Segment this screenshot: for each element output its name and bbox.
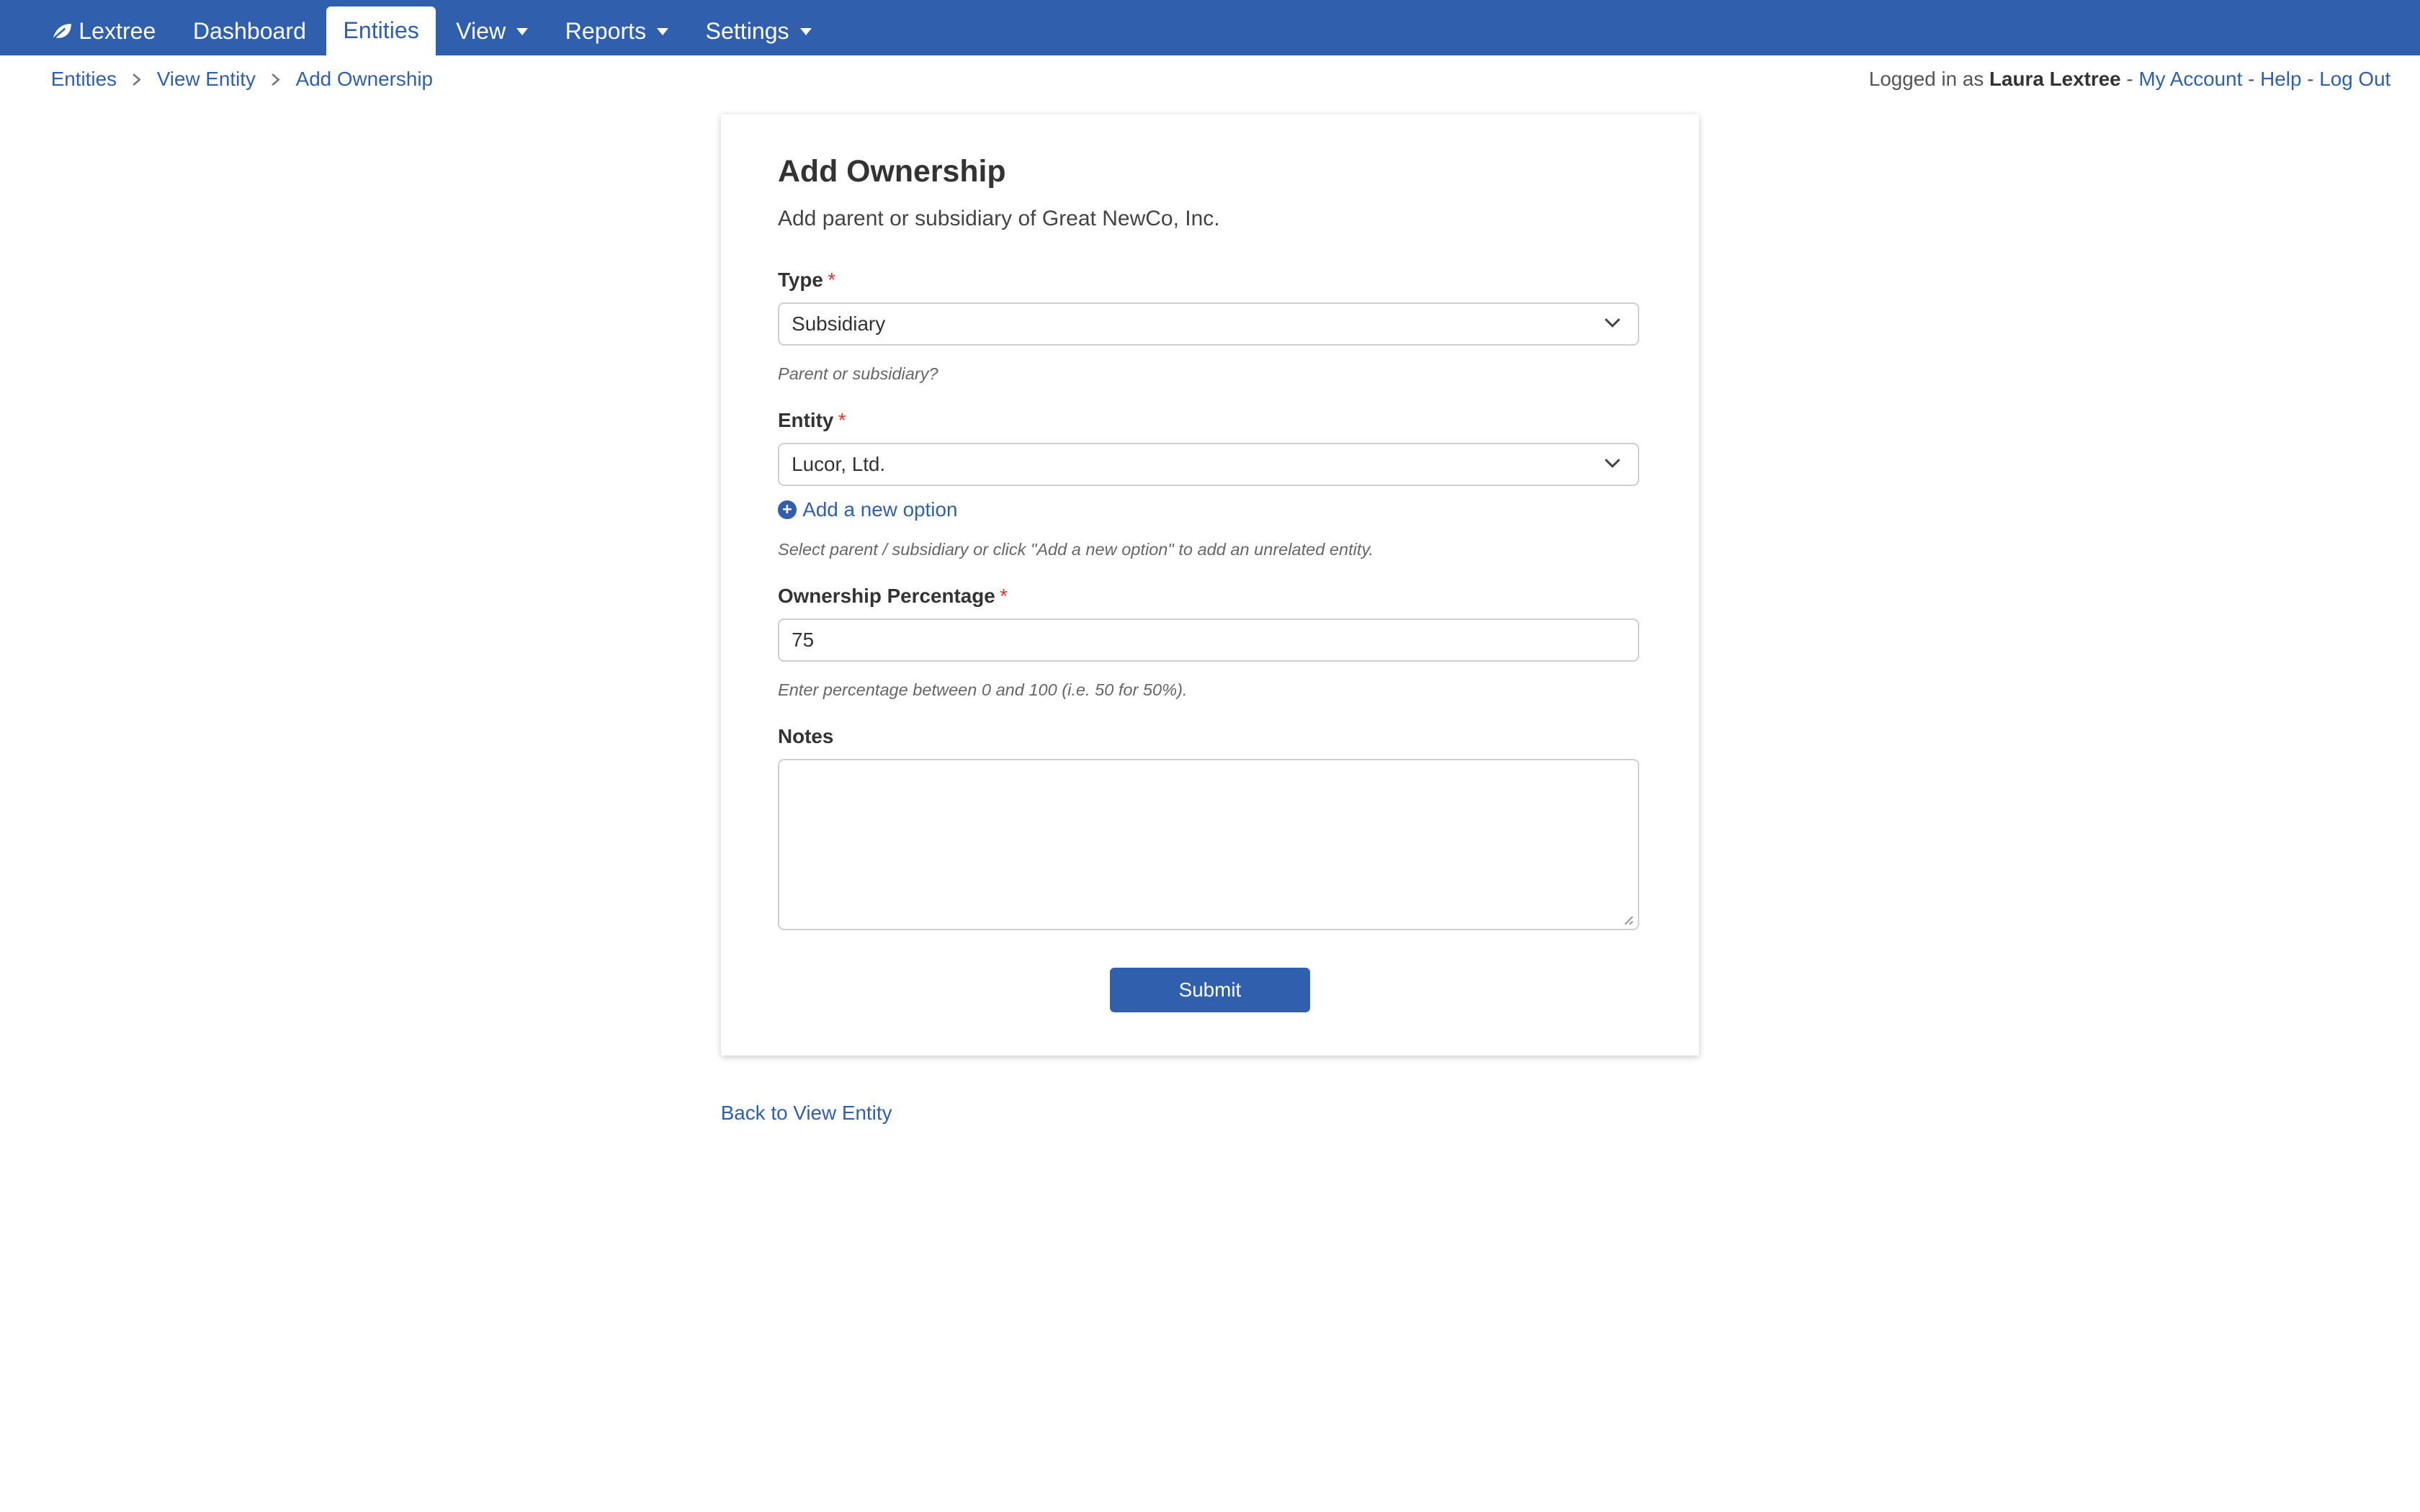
percentage-label-text: Ownership Percentage bbox=[777, 585, 995, 608]
nav-reports-label: Reports bbox=[565, 18, 647, 45]
entity-help-text: Select parent / subsidiary or click "Add… bbox=[777, 539, 1374, 559]
nav-view-label: View bbox=[456, 18, 506, 45]
nav-reports-dropdown[interactable]: Reports bbox=[548, 8, 686, 55]
entity-select-value: Lucor, Ltd. bbox=[792, 452, 886, 475]
entity-select[interactable]: Lucor, Ltd. bbox=[777, 442, 1639, 486]
separator: - bbox=[2248, 68, 2255, 91]
required-marker: * bbox=[838, 408, 846, 431]
form-subtitle: Add parent or subsidiary of Great NewCo,… bbox=[777, 207, 1220, 231]
type-help-text: Parent or subsidiary? bbox=[777, 364, 938, 383]
breadcrumb-view-entity[interactable]: View Entity bbox=[157, 68, 256, 91]
user-name: Laura Lextree bbox=[1989, 68, 2121, 91]
nav-settings-dropdown[interactable]: Settings bbox=[689, 8, 828, 55]
top-navbar: Lextree Dashboard Entities View Reports … bbox=[0, 0, 2420, 56]
type-label-text: Type bbox=[777, 268, 823, 291]
percentage-label: Ownership Percentage * bbox=[778, 585, 1008, 608]
ownership-percentage-value: 75 bbox=[792, 629, 815, 652]
chevron-down-icon bbox=[1604, 318, 1621, 328]
logged-in-prefix: Logged in as bbox=[1868, 68, 1984, 91]
breadcrumb: Entities View Entity Add Ownership bbox=[51, 68, 433, 91]
nav-dashboard[interactable]: Dashboard bbox=[176, 8, 323, 55]
separator: - bbox=[2307, 68, 2314, 91]
breadcrumb-add-ownership[interactable]: Add Ownership bbox=[296, 68, 433, 91]
plus-circle-icon: + bbox=[777, 500, 797, 519]
caret-down-icon bbox=[516, 27, 529, 35]
add-new-option-label: Add a new option bbox=[802, 498, 958, 521]
chevron-right-icon bbox=[132, 73, 142, 86]
type-label: Type * bbox=[778, 269, 835, 292]
separator: - bbox=[2126, 68, 2133, 91]
caret-down-icon bbox=[799, 27, 812, 35]
page: Lextree Dashboard Entities View Reports … bbox=[0, 0, 2420, 1512]
back-to-view-entity-link[interactable]: Back to View Entity bbox=[721, 1102, 892, 1125]
percentage-help-text: Enter percentage between 0 and 100 (i.e.… bbox=[777, 680, 1188, 699]
nav-settings-label: Settings bbox=[705, 18, 789, 45]
required-marker: * bbox=[828, 268, 836, 291]
breadcrumb-entities[interactable]: Entities bbox=[51, 68, 117, 91]
ownership-percentage-input[interactable]: 75 bbox=[777, 618, 1639, 662]
resize-handle-icon[interactable] bbox=[1623, 915, 1634, 926]
ownership-form-card: Add Ownership Add parent or subsidiary o… bbox=[720, 114, 1700, 1056]
chevron-down-icon bbox=[1604, 458, 1621, 469]
account-info: Logged in as Laura Lextree - My Account … bbox=[1869, 68, 2390, 91]
add-new-option-link[interactable]: + Add a new option bbox=[777, 498, 958, 521]
nav-dashboard-label: Dashboard bbox=[192, 18, 306, 45]
submit-button[interactable]: Submit bbox=[1109, 967, 1311, 1012]
nav-view-dropdown[interactable]: View bbox=[439, 8, 545, 55]
brand-label: Lextree bbox=[79, 18, 156, 45]
nav-entities-label: Entities bbox=[343, 17, 419, 44]
entity-label: Entity * bbox=[778, 409, 846, 432]
sub-header: Entities View Entity Add Ownership Logge… bbox=[0, 55, 2420, 105]
form-title: Add Ownership bbox=[777, 154, 1006, 189]
brand-link[interactable]: Lextree bbox=[34, 8, 173, 55]
nav-entities[interactable]: Entities bbox=[326, 6, 436, 56]
my-account-link[interactable]: My Account bbox=[2138, 68, 2242, 90]
entity-label-text: Entity bbox=[777, 408, 834, 431]
logout-link[interactable]: Log Out bbox=[2319, 68, 2390, 90]
chevron-right-icon bbox=[271, 73, 281, 86]
notes-textarea[interactable] bbox=[777, 759, 1639, 931]
notes-label: Notes bbox=[778, 725, 833, 748]
caret-down-icon bbox=[657, 27, 669, 35]
leaf-icon bbox=[51, 22, 73, 41]
notes-label-text: Notes bbox=[777, 725, 834, 748]
help-link[interactable]: Help bbox=[2260, 68, 2301, 90]
type-select[interactable]: Subsidiary bbox=[777, 302, 1639, 346]
required-marker: * bbox=[1000, 585, 1008, 608]
type-select-value: Subsidiary bbox=[792, 312, 886, 335]
